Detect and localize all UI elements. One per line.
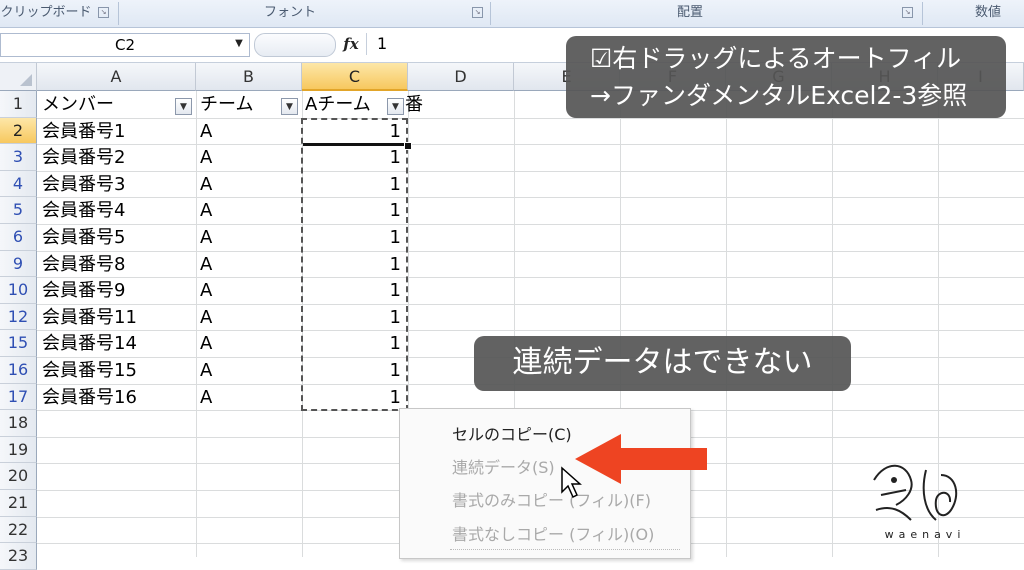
cell-a[interactable]: 会員番号2 [42, 144, 192, 170]
logo-text: waenavi [884, 528, 966, 541]
info-callout: ☑右ドラッグによるオートフィル →ファンダメンタルExcel2-3参照 [566, 36, 1006, 118]
warning-callout: 連続データはできない [474, 336, 851, 391]
cell-a[interactable]: 会員番号11 [42, 304, 192, 330]
cell-a[interactable]: 会員番号1 [42, 118, 192, 144]
ribbon-separator [922, 2, 923, 25]
column-header-b[interactable]: B [196, 63, 302, 91]
selection-marquee [301, 118, 408, 411]
cell-b[interactable]: A [200, 144, 290, 170]
cell-b[interactable]: A [200, 357, 290, 383]
row-header-3[interactable]: 3 [0, 144, 37, 171]
active-cell-border [303, 143, 404, 146]
ribbon-group-clipboard: クリップボード [0, 5, 92, 20]
filter-dropdown-icon[interactable]: ▼ [387, 98, 404, 115]
cell-a[interactable]: 会員番号14 [42, 330, 192, 356]
callout-line: →ファンダメンタルExcel2-3参照 [590, 81, 968, 110]
cell-b[interactable]: A [200, 251, 290, 277]
cell-b[interactable]: A [200, 118, 290, 144]
cell-b[interactable]: A [200, 197, 290, 223]
menu-item-fill-without-formatting[interactable]: 書式なしコピー (フィル)(O) [452, 521, 654, 545]
mouse-cursor-icon [561, 466, 582, 499]
row-header-23[interactable]: 23 [0, 543, 37, 570]
row-header-15[interactable]: 15 [0, 330, 37, 357]
cell-a[interactable]: 会員番号16 [42, 384, 192, 410]
ribbon-separator [118, 2, 119, 25]
callout-line: ☑右ドラッグによるオートフィル [590, 44, 962, 73]
cell-b[interactable]: A [200, 224, 290, 250]
row-header-1[interactable]: 1 [0, 91, 37, 118]
cell-b[interactable]: A [200, 304, 290, 330]
row-header-5[interactable]: 5 [0, 197, 37, 224]
column-header-d[interactable]: D [408, 63, 514, 91]
ribbon-separator [490, 2, 491, 25]
row-header-22[interactable]: 22 [0, 516, 37, 544]
insert-function-icon[interactable]: fx [340, 33, 362, 55]
clipboard-launcher-icon[interactable]: ↘ [98, 7, 109, 18]
cell-a1[interactable]: メンバー [42, 91, 172, 117]
pointer-arrow-icon [575, 434, 707, 484]
select-all-corner[interactable] [0, 63, 37, 91]
row-header-6[interactable]: 6 [0, 224, 37, 251]
font-launcher-icon[interactable]: ↘ [472, 7, 483, 18]
gridline [726, 91, 727, 557]
ribbon-group-font: フォント [263, 5, 316, 20]
ribbon-group-alignment: 配置 [676, 5, 703, 20]
ribbon-group-bar: クリップボード ↘ フォント ↘ 配置 ↘ 数値 [0, 0, 1024, 28]
row-header-17[interactable]: 17 [0, 383, 37, 411]
formula-input[interactable]: 1 [366, 33, 577, 55]
menu-separator [450, 549, 680, 550]
menu-item-fill-series[interactable]: 連続データ(S) [452, 454, 555, 478]
formula-bar-handle[interactable] [254, 33, 336, 57]
cell-c1[interactable]: Aチーム [305, 91, 385, 117]
row-header-21[interactable]: 21 [0, 490, 37, 517]
gridline [832, 91, 833, 557]
column-header-c[interactable]: C [302, 63, 408, 91]
cell-a[interactable]: 会員番号4 [42, 197, 192, 223]
cell-a[interactable]: 会員番号9 [42, 277, 192, 303]
row-header-2[interactable]: 2 [0, 117, 37, 145]
cell-a[interactable]: 会員番号15 [42, 357, 192, 383]
name-box-dropdown-icon[interactable]: ▼ [232, 34, 246, 54]
menu-item-copy-cells[interactable]: セルのコピー(C) [452, 421, 572, 445]
row-header-19[interactable]: 19 [0, 436, 37, 464]
row-header-4[interactable]: 4 [0, 170, 37, 198]
cell-a[interactable]: 会員番号8 [42, 251, 192, 277]
filter-dropdown-icon[interactable]: ▼ [175, 98, 192, 115]
gridline [196, 91, 197, 557]
row-header-18[interactable]: 18 [0, 410, 37, 437]
menu-item-fill-formatting-only[interactable]: 書式のみコピー (フィル)(F) [452, 487, 651, 511]
cell-b[interactable]: A [200, 171, 290, 197]
row-header-20[interactable]: 20 [0, 463, 37, 490]
cell-b[interactable]: A [200, 277, 290, 303]
name-box[interactable]: C2 [0, 33, 250, 57]
alignment-launcher-icon[interactable]: ↘ [902, 7, 913, 18]
row-header-12[interactable]: 12 [0, 303, 37, 331]
cell-a[interactable]: 会員番号3 [42, 171, 192, 197]
row-header-16[interactable]: 16 [0, 357, 37, 384]
fill-handle[interactable] [404, 142, 412, 150]
ribbon-group-number: 数値 [975, 5, 1002, 20]
cell-b1[interactable]: チーム [200, 91, 280, 117]
cell-a[interactable]: 会員番号5 [42, 224, 192, 250]
row-header-9[interactable]: 9 [0, 250, 37, 278]
cell-d1-overflow: 番 [405, 94, 423, 115]
row-header-10[interactable]: 10 [0, 277, 37, 304]
cell-b[interactable]: A [200, 384, 290, 410]
filter-active-icon[interactable]: ▼ [281, 98, 298, 115]
cell-b[interactable]: A [200, 330, 290, 356]
column-header-a[interactable]: A [37, 63, 196, 91]
